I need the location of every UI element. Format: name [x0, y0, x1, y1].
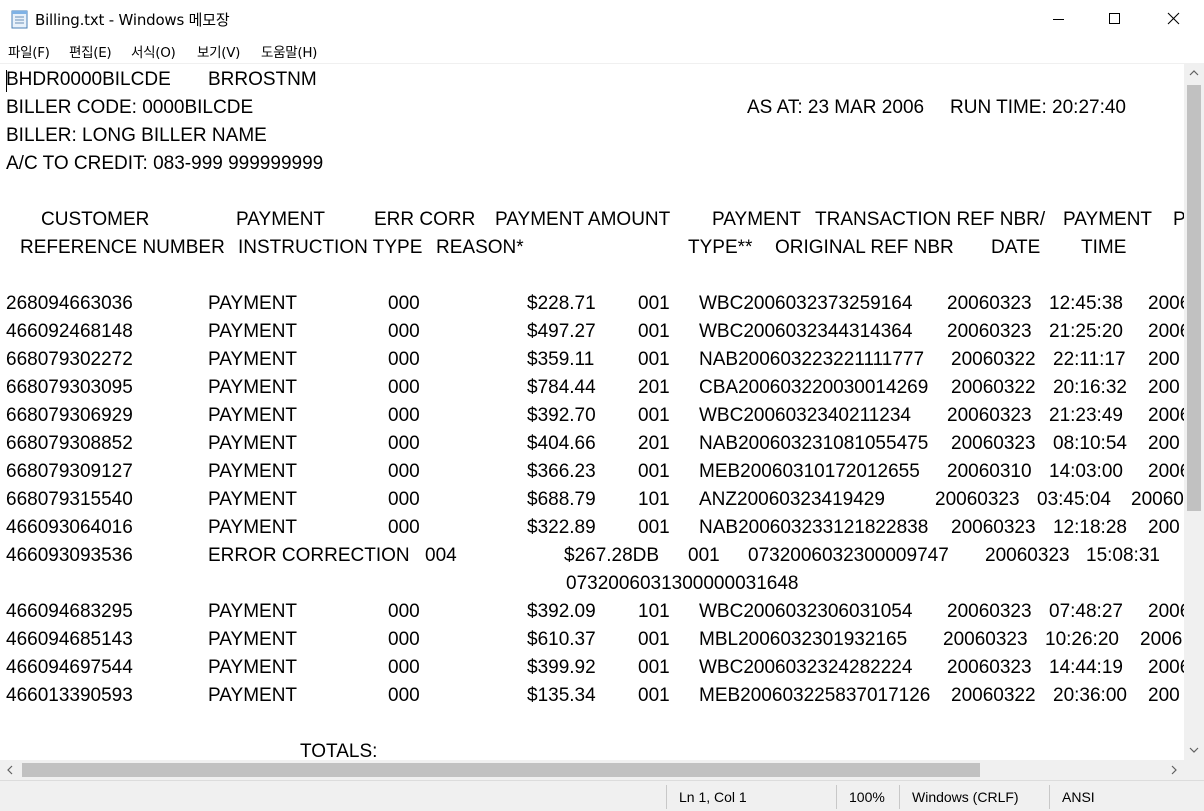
zoom-level: 100%	[849, 789, 885, 805]
scroll-up-icon[interactable]	[1184, 63, 1204, 83]
header-line-2: BILLER CODE: 0000BILCDE AS AT: 23 MAR 20…	[6, 97, 1127, 118]
menu-help[interactable]: 도움말(H)	[261, 41, 317, 61]
maximize-icon	[1109, 13, 1120, 24]
error-correction-original-ref: 0732006031300000031648	[566, 573, 799, 594]
column-header-row-2: REFERENCE NUMBER INSTRUCTION TYPE REASON…	[20, 237, 1127, 258]
minimize-button[interactable]	[1030, 0, 1088, 38]
vertical-scroll-thumb[interactable]	[1187, 85, 1201, 511]
column-header-row-1: CUSTOMER PAYMENT ERR CORR PAYMENT AMOUNT…	[41, 209, 1184, 230]
window-title: Billing.txt - Windows 메모장	[35, 11, 230, 29]
error-correction-row: 466093093536 ERROR CORRECTION 004 $267.2…	[6, 545, 1160, 566]
scroll-right-icon[interactable]	[1164, 760, 1184, 780]
scroll-left-icon[interactable]	[0, 760, 20, 780]
text-editor[interactable]: BHDR0000BILCDE BRROSTNM BILLER CODE: 000…	[0, 63, 1184, 760]
close-icon	[1167, 12, 1180, 25]
header-line-4: A/C TO CREDIT: 083-999 999999999	[6, 153, 324, 174]
status-divider	[666, 785, 667, 809]
line-ending: Windows (CRLF)	[912, 789, 1019, 805]
header-line-3: BILLER: LONG BILLER NAME	[6, 125, 267, 146]
status-divider	[836, 785, 837, 809]
title-bar[interactable]: Billing.txt - Windows 메모장	[0, 0, 1204, 38]
cursor-position: Ln 1, Col 1	[679, 789, 747, 805]
minimize-icon	[1053, 19, 1064, 20]
notepad-icon	[11, 10, 28, 29]
status-divider	[899, 785, 900, 809]
status-divider	[1049, 785, 1050, 809]
header-line-1: BHDR0000BILCDE BRROSTNM	[6, 69, 317, 90]
scroll-down-icon[interactable]	[1184, 740, 1204, 760]
menu-view[interactable]: 보기(V)	[197, 41, 240, 61]
close-button[interactable]	[1145, 0, 1203, 38]
menu-file[interactable]: 파일(F)	[8, 41, 50, 61]
menu-format[interactable]: 서식(O)	[131, 41, 176, 61]
menu-edit[interactable]: 편집(E)	[69, 41, 112, 61]
encoding: ANSI	[1062, 789, 1095, 805]
horizontal-scroll-thumb[interactable]	[22, 763, 980, 777]
vertical-scrollbar[interactable]	[1184, 63, 1204, 760]
totals-line: TOTALS:	[300, 741, 378, 760]
scrollbar-corner	[1184, 760, 1204, 780]
horizontal-scrollbar[interactable]	[0, 760, 1184, 780]
status-bar: Ln 1, Col 1 100% Windows (CRLF) ANSI	[0, 780, 1204, 811]
maximize-button[interactable]	[1087, 0, 1145, 38]
menu-bar: 파일(F) 편집(E) 서식(O) 보기(V) 도움말(H)	[0, 38, 1204, 62]
